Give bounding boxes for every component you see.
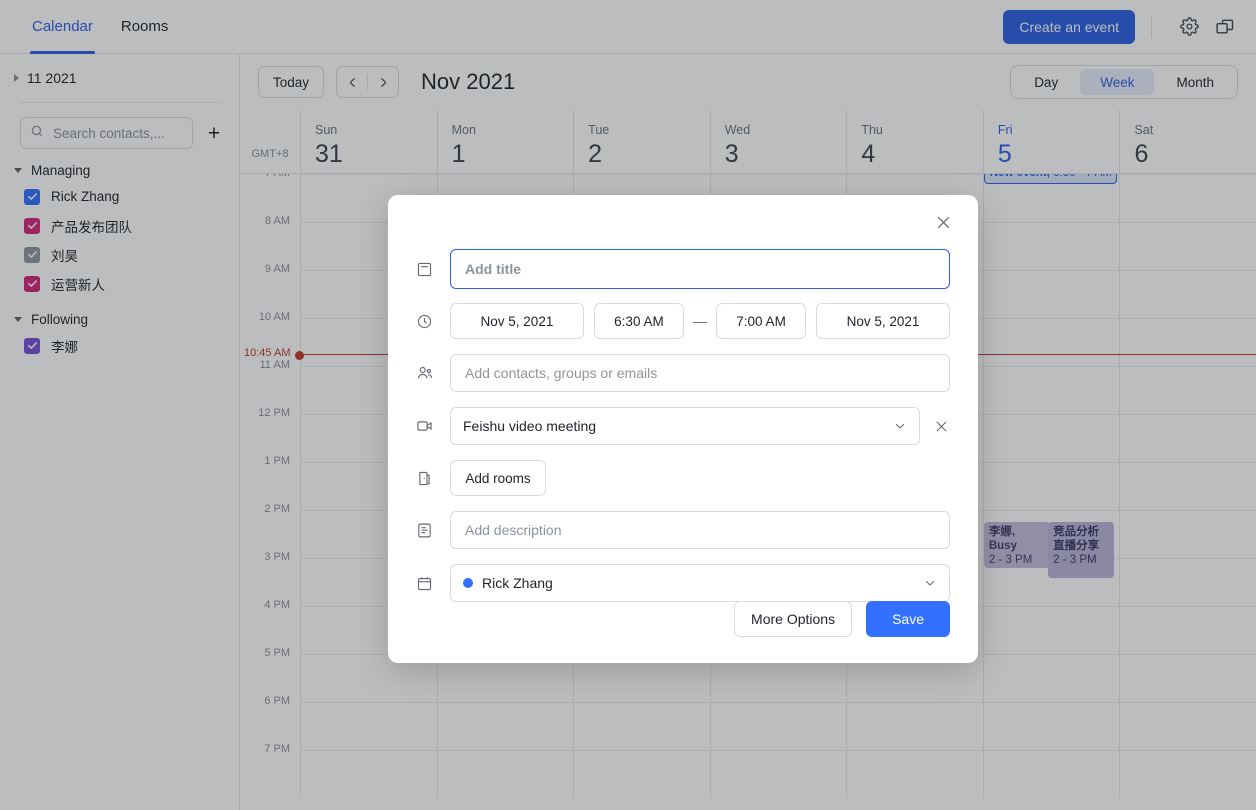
event-time-row: Nov 5, 2021 6:30 AM — 7:00 AM Nov 5, 202… [388, 303, 978, 339]
event-title-input[interactable] [463, 260, 937, 278]
event-attendees-field[interactable] [450, 354, 950, 392]
event-attendees-input[interactable] [463, 364, 937, 382]
start-time-button[interactable]: 6:30 AM [593, 303, 684, 339]
event-title-row [388, 249, 978, 289]
remove-meeting-icon[interactable] [932, 413, 950, 439]
end-date-button[interactable]: Nov 5, 2021 [816, 303, 950, 339]
people-icon [416, 364, 450, 382]
title-icon [416, 261, 450, 278]
event-description-input[interactable] [463, 521, 937, 539]
event-rooms-row: Add rooms [388, 460, 978, 496]
event-description-row [388, 511, 978, 549]
add-rooms-button[interactable]: Add rooms [450, 460, 546, 496]
description-icon [416, 522, 450, 539]
event-meeting-select[interactable]: Feishu video meeting [450, 407, 920, 445]
event-calendar-row: Rick Zhang [388, 564, 978, 602]
video-icon [416, 417, 450, 435]
event-calendar-select[interactable]: Rick Zhang [450, 564, 950, 602]
end-time-button[interactable]: 7:00 AM [716, 303, 807, 339]
event-title-field[interactable] [450, 249, 950, 289]
save-button[interactable]: Save [866, 601, 950, 637]
room-icon [416, 470, 450, 487]
calendar-color-dot [463, 578, 473, 588]
event-meeting-value: Feishu video meeting [463, 418, 597, 434]
start-date-button[interactable]: Nov 5, 2021 [450, 303, 584, 339]
dialog-footer: More Options Save [734, 601, 950, 637]
event-meeting-row: Feishu video meeting [388, 407, 978, 445]
more-options-button[interactable]: More Options [734, 601, 853, 637]
create-event-dialog: Nov 5, 2021 6:30 AM — 7:00 AM Nov 5, 202… [388, 195, 978, 663]
close-icon[interactable] [930, 209, 956, 235]
calendar-icon [416, 575, 450, 592]
clock-icon [416, 313, 450, 330]
event-description-field[interactable] [450, 511, 950, 549]
time-range-separator: — [693, 313, 707, 329]
chevron-down-icon [923, 576, 937, 590]
chevron-down-icon [893, 419, 907, 433]
event-attendees-row [388, 354, 978, 392]
event-calendar-value: Rick Zhang [482, 575, 553, 591]
